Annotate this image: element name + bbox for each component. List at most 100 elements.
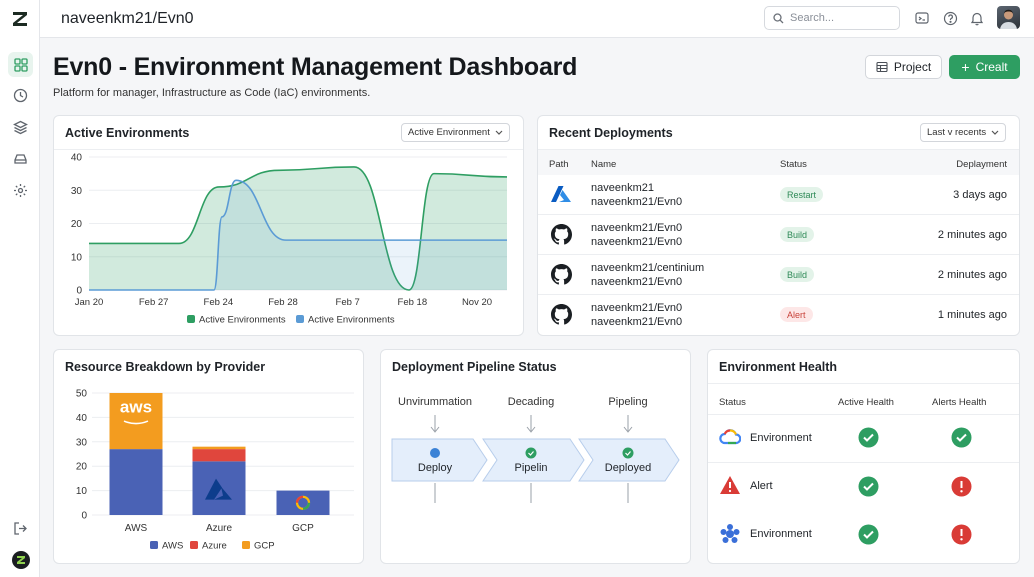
legend-label: AWS	[162, 541, 183, 552]
health-row-label: Alert	[750, 480, 773, 492]
app-logo[interactable]	[9, 8, 31, 30]
deployment-name: naveenkm21	[591, 182, 654, 194]
x-tick-label: AWS	[125, 523, 148, 534]
plus-icon: +	[961, 59, 970, 75]
create-button[interactable]: + Crealt	[949, 55, 1020, 79]
table-row[interactable]: naveenkm21 naveenkm21/Evn0 Restart 3 day…	[538, 175, 1019, 215]
bar-segment	[192, 449, 246, 462]
table-row[interactable]: naveenkm21/Evn0 naveenkm21/Evn0 Build 2 …	[538, 215, 1019, 254]
x-tick-label: Feb 27	[139, 297, 169, 308]
project-button[interactable]: Project	[865, 55, 942, 79]
deployment-repo: naveenkm21/Evn0	[591, 316, 683, 328]
sidebar	[0, 0, 40, 577]
col-deployment: Deplayment	[956, 159, 1007, 170]
history-icon[interactable]	[8, 83, 33, 108]
check-circle-icon	[622, 447, 634, 459]
y-tick-label: 0	[76, 286, 82, 297]
x-tick-label: Nov 20	[462, 297, 492, 308]
gcp-cloud-icon	[719, 429, 741, 445]
y-tick-label: 20	[76, 462, 88, 473]
legend-swatch	[242, 541, 250, 549]
github-icon	[551, 304, 572, 325]
x-tick-label: Feb 28	[268, 297, 298, 308]
table-row[interactable]: naveenkm21/Evn0 naveenkm21/Evn0 Alert 1 …	[538, 295, 1019, 335]
y-tick-label: 20	[71, 219, 83, 230]
page-subtitle: Platform for manager, Infrastructure as …	[53, 87, 371, 99]
legend-swatch	[150, 541, 158, 549]
stage-label: Pipeling	[608, 396, 648, 408]
deployment-time: 1 minutes ago	[937, 309, 1007, 321]
legend-swatch	[187, 315, 195, 323]
status-badge: Restart	[780, 187, 824, 202]
col-status: Status	[780, 159, 807, 170]
search-icon	[773, 12, 784, 23]
card-title: Environment Health	[719, 360, 838, 374]
col-status: Status	[719, 397, 746, 408]
deployment-time: 2 minutes ago	[937, 229, 1007, 241]
legend-label: Azure	[202, 541, 227, 552]
legend-label: Active Environments	[199, 315, 286, 326]
deployment-name: naveenkm21/Evn0	[591, 302, 683, 314]
status-badge: Build	[780, 267, 815, 282]
check-circle-icon	[858, 427, 879, 448]
layers-icon[interactable]	[8, 115, 33, 140]
health-row[interactable]: Environment	[708, 415, 1019, 462]
stage-box-deploy[interactable]	[391, 438, 488, 482]
x-tick-label: Feb 24	[204, 297, 234, 308]
recents-dropdown[interactable]: Last v recents	[920, 123, 1007, 142]
avatar[interactable]	[997, 6, 1020, 29]
bell-icon[interactable]	[969, 10, 985, 26]
col-alerts-health: Alerts Health	[932, 397, 987, 408]
deployment-name: naveenkm21/centinium	[591, 262, 705, 274]
x-tick-label: GCP	[292, 523, 314, 534]
settings-icon[interactable]	[8, 178, 33, 203]
deployment-time: 3 days ago	[953, 189, 1007, 201]
logout-icon[interactable]	[8, 516, 33, 541]
stage-box-pipelin[interactable]	[482, 438, 585, 482]
card-title: Active Environments	[65, 126, 190, 140]
active-environments-card: Active Environments Active Environment 0…	[53, 115, 524, 336]
health-row[interactable]: Alert	[708, 463, 1019, 510]
stage-box-label: Pipelin	[514, 462, 548, 474]
table-icon	[876, 61, 888, 73]
deployment-time: 2 minutes ago	[937, 269, 1007, 281]
recent-deployments-card: Recent Deployments Last v recents Path N…	[537, 115, 1020, 336]
bar-segment	[109, 449, 163, 515]
pipeline-card: Deployment Pipeline Status Unvirummation…	[380, 349, 691, 564]
chevron-down-icon	[495, 130, 503, 135]
deployment-repo: naveenkm21/Evn0	[591, 276, 683, 288]
azure-icon	[551, 186, 571, 202]
deployment-repo: naveenkm21/Evn0	[591, 236, 683, 248]
bar-segment	[276, 490, 330, 515]
deployment-name: naveenkm21/Evn0	[591, 222, 683, 234]
status-badge: Alert	[780, 307, 813, 322]
check-circle-icon	[951, 427, 972, 448]
github-icon	[551, 264, 572, 285]
check-circle-icon	[858, 476, 879, 497]
dropdown-label: Last v recents	[927, 127, 987, 138]
org-logo-icon[interactable]	[8, 547, 33, 572]
check-circle-icon	[525, 447, 537, 459]
y-tick-label: 50	[76, 389, 88, 400]
table-row[interactable]: naveenkm21/centinium naveenkm21/Evn0 Bui…	[538, 255, 1019, 294]
y-tick-label: 10	[76, 486, 88, 497]
health-row[interactable]: Environment	[708, 511, 1019, 558]
y-tick-label: 40	[71, 153, 83, 164]
storage-icon[interactable]	[8, 146, 33, 171]
stage-label: Unvirummation	[398, 396, 472, 408]
x-tick-label: Feb 18	[398, 297, 428, 308]
dashboard-icon[interactable]	[8, 52, 33, 77]
col-active-health: Active Health	[838, 397, 894, 408]
repo-breadcrumb[interactable]: naveenkm21/Evn0	[61, 10, 194, 28]
terminal-icon[interactable]	[914, 10, 930, 26]
search-input[interactable]: Search...	[764, 6, 900, 30]
kubernetes-icon	[720, 524, 740, 543]
active-environment-dropdown[interactable]: Active Environment	[401, 123, 510, 142]
stage-box-deployed[interactable]	[578, 438, 680, 482]
health-row-label: Environment	[750, 432, 812, 444]
y-tick-label: 30	[76, 437, 88, 448]
bar-segment	[192, 446, 246, 450]
y-tick-label: 40	[76, 413, 88, 424]
topbar: naveenkm21/Evn0 Search...	[40, 0, 1034, 38]
help-icon[interactable]	[942, 10, 958, 26]
